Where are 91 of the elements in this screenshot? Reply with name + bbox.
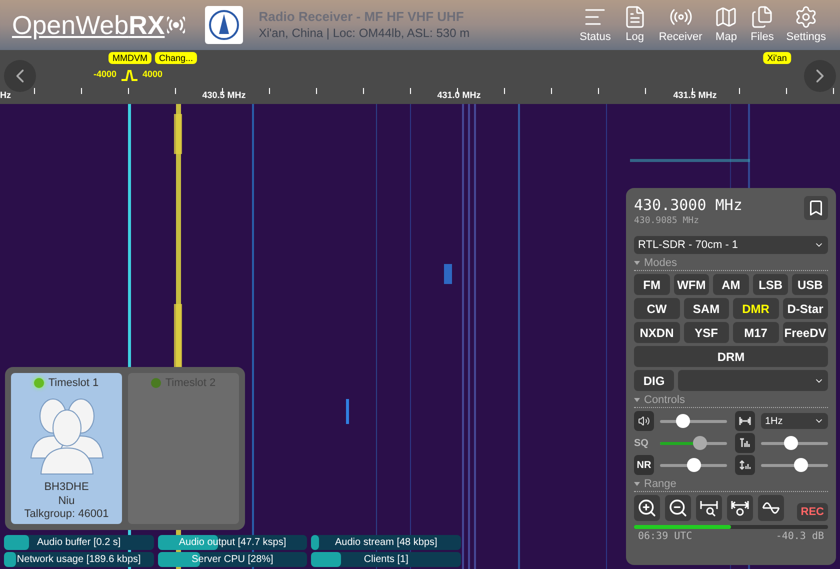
radio-waves-icon <box>166 14 185 36</box>
mode-button[interactable]: SAM <box>684 298 729 320</box>
map-icon <box>714 4 738 29</box>
mode-button[interactable]: DMR <box>733 298 778 320</box>
step-select[interactable]: 1Hz <box>761 413 828 430</box>
waterfall-max-button[interactable] <box>735 455 755 476</box>
settings-icon <box>794 4 818 29</box>
slider-thumb[interactable] <box>794 458 808 472</box>
bookmark-icon <box>807 199 825 217</box>
mode-button[interactable]: M17 <box>733 322 778 344</box>
tuned-frequency[interactable]: 430.3000 MHz <box>634 196 742 215</box>
slider[interactable] <box>660 435 727 452</box>
mode-button[interactable]: DRM <box>634 346 828 368</box>
bookmark-tag[interactable]: Xi'an <box>763 52 791 64</box>
slider[interactable] <box>761 457 828 474</box>
slider-thumb[interactable] <box>693 436 708 450</box>
mode-button[interactable]: YSF <box>684 322 729 344</box>
offset-frequency: 430.9085 MHz <box>634 214 700 228</box>
noise-reduction-label[interactable]: NR <box>634 455 654 476</box>
slider-thumb[interactable] <box>676 414 690 428</box>
scale-label: 431.5 MHz <box>673 88 717 102</box>
passband-icon[interactable] <box>120 68 138 81</box>
slider[interactable] <box>660 413 727 430</box>
scroll-right-button[interactable] <box>804 60 836 92</box>
meter-label: Audio buffer [0.2 s] <box>36 536 121 550</box>
meter-label: Clients [1] <box>364 553 408 567</box>
scale-label: 431.0 MHz <box>437 88 481 102</box>
zoom-in-button[interactable] <box>634 495 660 522</box>
zoom-out-icon <box>668 498 688 518</box>
nav-button[interactable]: Files <box>748 4 776 46</box>
bookmark-button[interactable] <box>804 196 828 220</box>
receiver-name: Radio Receiver - MF HF VHF UHF <box>258 9 465 26</box>
mode-button[interactable]: LSB <box>752 274 788 296</box>
nav-button[interactable]: Log <box>620 4 649 46</box>
mode-button[interactable]: USB <box>792 274 828 296</box>
volume-button[interactable] <box>634 411 654 432</box>
squelch-label[interactable]: SQ <box>634 436 654 451</box>
bookmark-tag[interactable]: MMDVM <box>108 52 152 64</box>
mode-button[interactable]: NXDN <box>634 322 680 344</box>
levels-icon <box>739 460 751 470</box>
zoom-fit-button[interactable] <box>727 495 753 522</box>
utc-time: 06:39 UTC <box>638 530 692 544</box>
mode-button[interactable]: AM <box>713 274 749 296</box>
filter-high-label: 4000 <box>142 68 163 81</box>
meter-label: Server CPU [28%] <box>192 553 274 567</box>
signal-level: -40.3 dB <box>776 530 824 544</box>
waveform-button[interactable] <box>758 495 784 522</box>
slider[interactable] <box>660 457 727 474</box>
meter-label: Network usage [189.6 kbps] <box>16 553 141 567</box>
mode-button[interactable]: FM <box>634 274 670 296</box>
talkgroup: Talkgroup: 46001 <box>24 508 109 522</box>
nav-button[interactable]: Status <box>578 4 613 46</box>
slider-thumb[interactable] <box>686 458 700 472</box>
meter-label: Audio output [47.7 ksps] <box>178 536 286 550</box>
scroll-left-button[interactable] <box>4 60 36 92</box>
zoom-band-button[interactable] <box>696 495 722 522</box>
timeslot-label: Timeslot 1 <box>48 376 99 391</box>
arrows-zoom-icon <box>730 498 750 518</box>
profile-select[interactable]: RTL-SDR - 70cm - 1 <box>634 236 828 254</box>
receiver-logo-icon <box>204 6 243 44</box>
slider[interactable] <box>761 435 828 452</box>
receiver-location: Xi'an, China | Loc: OM44lb, ASL: 530 m <box>258 26 470 41</box>
slider-thumb[interactable] <box>784 436 798 450</box>
mode-button[interactable]: FreeDV <box>782 322 828 344</box>
zoom-out-button[interactable] <box>665 495 691 522</box>
scale-label: 430.5 MHz <box>202 88 246 102</box>
collapse-triangle-icon[interactable] <box>634 398 640 402</box>
collapse-triangle-icon[interactable] <box>634 261 640 266</box>
width-button[interactable] <box>735 411 755 432</box>
collapse-triangle-icon[interactable] <box>634 482 640 486</box>
mode-button[interactable]: CW <box>634 298 680 320</box>
scale-label: Hz <box>0 88 11 102</box>
mode-button[interactable]: WFM <box>674 274 710 296</box>
meter-label: Audio stream [48 kbps] <box>335 536 438 550</box>
bookmark-tag[interactable]: Chang... <box>154 52 198 64</box>
levels-icon <box>739 438 751 448</box>
volume-icon <box>638 415 650 428</box>
digital-button[interactable]: DIG <box>634 370 674 392</box>
width-icon <box>739 416 751 426</box>
band-zoom-icon <box>699 498 719 518</box>
files-icon <box>750 4 774 29</box>
callsign: BH3DHE <box>44 480 89 494</box>
nav-button[interactable]: Settings <box>784 4 828 46</box>
filter-low-label: -4000 <box>93 68 116 81</box>
zoom-in-icon <box>637 498 657 518</box>
mode-button[interactable]: D-Star <box>782 298 828 320</box>
nav-button[interactable]: Map <box>712 4 740 46</box>
operator-name: Niu <box>58 494 75 508</box>
record-button[interactable]: REC <box>796 503 828 522</box>
nav-button[interactable]: Receiver <box>656 4 704 46</box>
waterfall-min-button[interactable] <box>735 433 755 454</box>
